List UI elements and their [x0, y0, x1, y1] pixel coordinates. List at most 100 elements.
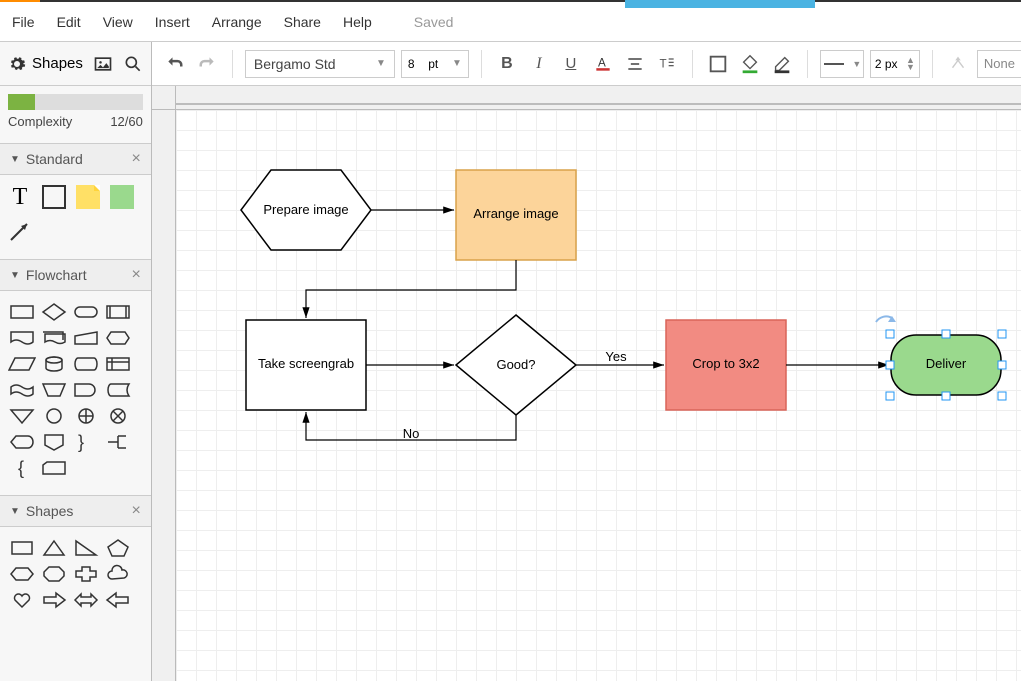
shape-arrow-left[interactable] [104, 589, 132, 611]
shape-or[interactable] [72, 405, 100, 427]
shape-decision[interactable] [40, 301, 68, 323]
align-button[interactable] [622, 51, 648, 77]
shape-arrow-double[interactable] [72, 589, 100, 611]
font-size-select[interactable]: 8 pt ▼ [401, 50, 469, 78]
bold-button[interactable]: B [494, 51, 520, 77]
panel-flowchart-header[interactable]: ▼ Flowchart × [0, 259, 151, 291]
panel-shapes-header[interactable]: ▼ Shapes × [0, 495, 151, 527]
menu-file[interactable]: File [12, 14, 35, 30]
node-prepare-label: Prepare image [263, 202, 348, 217]
shape-right-triangle[interactable] [72, 537, 100, 559]
complexity-value: 12/60 [110, 114, 143, 129]
search-icon[interactable] [123, 54, 143, 74]
node-arrange-label: Arrange image [473, 206, 558, 221]
shape-note[interactable] [104, 431, 132, 453]
fill-select[interactable]: None [977, 50, 1021, 78]
panel-standard-label: Standard [26, 151, 83, 167]
shape-brace-right[interactable]: } [72, 431, 100, 453]
shape-internal-storage[interactable] [104, 353, 132, 375]
shape-octagon[interactable] [40, 563, 68, 585]
shape-delay[interactable] [72, 379, 100, 401]
ruler-vertical [152, 110, 176, 681]
panel-standard-body: T [0, 175, 151, 253]
shapes-button-label: Shapes [32, 55, 83, 72]
shape-cross[interactable] [72, 563, 100, 585]
shape-multidoc[interactable] [40, 327, 68, 349]
menu-help[interactable]: Help [343, 14, 372, 30]
shape-paper-tape[interactable] [8, 379, 36, 401]
close-icon[interactable]: × [132, 502, 141, 520]
panel-standard-header[interactable]: ▼ Standard × [0, 143, 151, 175]
menu-view[interactable]: View [103, 14, 133, 30]
svg-text:{: { [18, 458, 24, 478]
image-icon[interactable] [93, 54, 113, 74]
font-family-select[interactable]: Bergamo Std ▼ [245, 50, 395, 78]
shape-connector[interactable] [40, 405, 68, 427]
underline-button[interactable]: U [558, 51, 584, 77]
text-color-button[interactable]: A [590, 51, 616, 77]
shape-manual-op[interactable] [40, 379, 68, 401]
shape-heart[interactable] [8, 589, 36, 611]
shapes-button[interactable]: Shapes [8, 55, 83, 73]
shape-offpage[interactable] [40, 431, 68, 453]
shape-data[interactable] [8, 353, 36, 375]
italic-button[interactable]: I [526, 51, 552, 77]
block-tool[interactable] [108, 183, 136, 211]
complexity-fill [8, 94, 35, 110]
shape-pentagon[interactable] [104, 537, 132, 559]
shape-predefined[interactable] [104, 301, 132, 323]
shape-cloud[interactable] [104, 563, 132, 585]
diagram-svg: Prepare image Arrange image Take screeng… [176, 110, 1021, 681]
canvas[interactable]: Prepare image Arrange image Take screeng… [176, 110, 1021, 681]
arrow-style-button[interactable] [945, 51, 971, 77]
shape-brace-left[interactable]: { [8, 457, 36, 479]
menu-edit[interactable]: Edit [57, 14, 81, 30]
menu-arrange[interactable]: Arrange [212, 14, 262, 30]
node-good-label: Good? [496, 357, 535, 372]
menu-share[interactable]: Share [284, 14, 321, 30]
shape-stored-data[interactable] [104, 379, 132, 401]
shape-display[interactable] [8, 431, 36, 453]
shape-card[interactable] [40, 457, 68, 479]
shape-terminator[interactable] [72, 301, 100, 323]
rectangle-tool[interactable] [40, 183, 68, 211]
shape-hexagon[interactable] [8, 563, 36, 585]
format-toolbar: Bergamo Std ▼ 8 pt ▼ B I U A T ▼ [152, 42, 1021, 86]
line-style-select[interactable]: ▼ [820, 50, 864, 78]
node-screengrab-label: Take screengrab [258, 356, 354, 371]
shape-document[interactable] [8, 327, 36, 349]
line-tool[interactable] [6, 217, 34, 245]
fill-color-button[interactable] [737, 51, 763, 77]
ruler-horizontal [176, 86, 1021, 110]
shape-database[interactable] [40, 353, 68, 375]
close-icon[interactable]: × [132, 150, 141, 168]
shape-arrow-right[interactable] [40, 589, 68, 611]
shape-triangle[interactable] [40, 537, 68, 559]
shape-sum[interactable] [104, 405, 132, 427]
topbar-highlight-button[interactable] [625, 0, 815, 8]
edge-arrange-screengrab[interactable] [306, 260, 516, 318]
line-color-button[interactable] [769, 51, 795, 77]
shape-process[interactable] [8, 301, 36, 323]
svg-text:T: T [659, 57, 666, 70]
node-crop-label: Crop to 3x2 [692, 356, 759, 371]
caret-down-icon: ▼ [10, 506, 20, 517]
note-tool[interactable] [74, 183, 102, 211]
line-width-input[interactable]: 2 px ▲▼ [870, 50, 920, 78]
chevron-down-icon: ▼ [852, 59, 861, 69]
close-icon[interactable]: × [132, 266, 141, 284]
shape-merge[interactable] [8, 405, 36, 427]
caret-down-icon: ▼ [10, 270, 20, 281]
panel-shapes-body [0, 527, 151, 621]
shape-preparation[interactable] [104, 327, 132, 349]
undo-button[interactable] [162, 51, 188, 77]
font-family-value: Bergamo Std [254, 56, 336, 72]
redo-button[interactable] [194, 51, 220, 77]
border-button[interactable] [705, 51, 731, 77]
menu-insert[interactable]: Insert [155, 14, 190, 30]
shape-direct-data[interactable] [72, 353, 100, 375]
text-tool[interactable]: T [6, 183, 34, 211]
shape-rect[interactable] [8, 537, 36, 559]
shape-manual-input[interactable] [72, 327, 100, 349]
text-options-button[interactable]: T [654, 51, 680, 77]
